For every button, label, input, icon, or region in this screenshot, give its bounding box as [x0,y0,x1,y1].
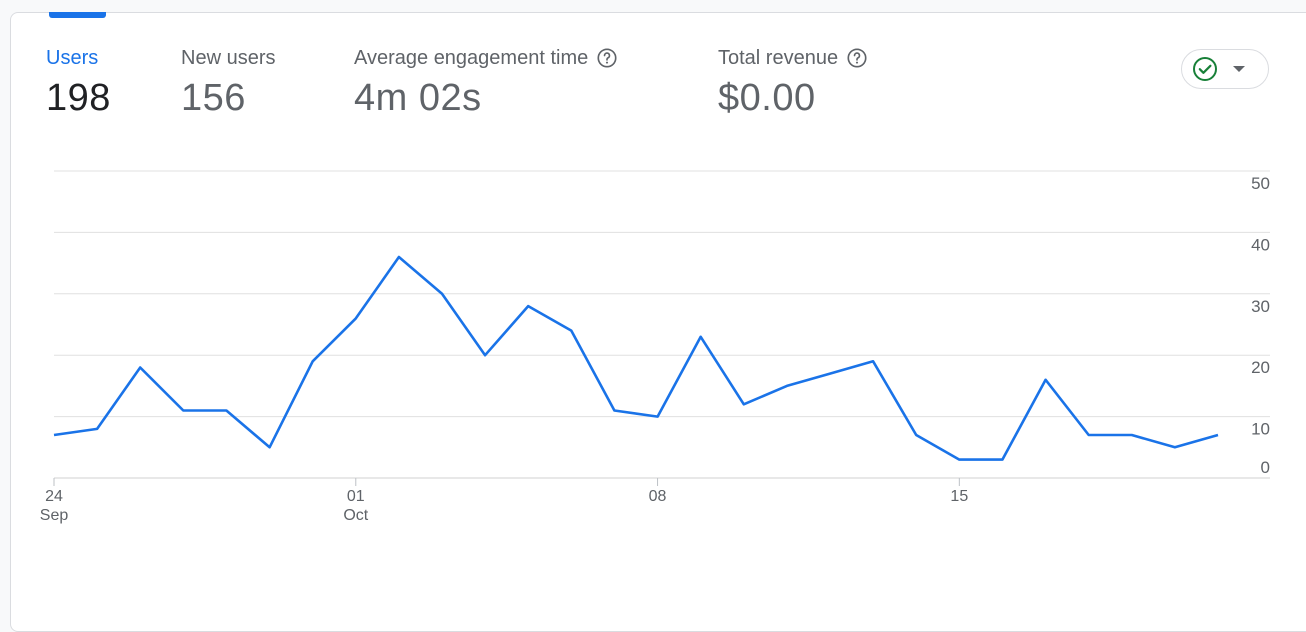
chart-x-axis: 24 Sep 01 Oct 08 15 [40,478,968,524]
data-point[interactable] [350,312,362,324]
data-point[interactable] [177,404,189,416]
data-point[interactable] [220,404,232,416]
data-point[interactable] [953,454,965,466]
x-tick-label-month: Oct [343,507,368,524]
users-line-chart: 0 10 20 30 40 50 24 Sep 01 Oct 08 15 [40,170,1270,524]
data-point[interactable] [565,325,577,337]
data-point[interactable] [522,300,534,312]
data-point[interactable] [824,368,836,380]
chart-series [48,251,1224,466]
data-point[interactable] [996,454,1008,466]
data-point[interactable] [134,361,146,373]
data-point[interactable] [1040,374,1052,386]
data-point[interactable] [738,398,750,410]
data-point[interactable] [436,288,448,300]
data-point[interactable] [781,380,793,392]
x-tick-label-day: 08 [649,488,667,505]
chart-y-axis: 0 10 20 30 40 50 [1251,174,1270,477]
y-tick-label: 10 [1251,420,1270,439]
x-tick-label-day: 01 [347,488,365,505]
series-line-users[interactable] [53,255,1219,461]
y-tick-label: 30 [1251,297,1270,316]
data-point[interactable] [1169,441,1181,453]
data-point[interactable] [910,429,922,441]
x-tick-label-month: Sep [40,507,69,524]
y-tick-label: 0 [1261,458,1270,477]
data-point[interactable] [264,441,276,453]
data-point[interactable] [307,355,319,367]
x-tick-label-day: 24 [45,488,63,505]
data-point[interactable] [393,251,405,263]
y-tick-label: 50 [1251,174,1270,193]
data-point[interactable] [479,349,491,361]
data-point[interactable] [867,355,879,367]
data-point[interactable] [695,331,707,343]
data-point[interactable] [48,429,60,441]
data-point[interactable] [652,411,664,423]
data-point[interactable] [608,404,620,416]
x-tick-label-day: 15 [950,488,968,505]
data-point[interactable] [1083,429,1095,441]
y-tick-label: 40 [1251,235,1270,254]
data-point[interactable] [1212,429,1224,441]
y-tick-label: 20 [1251,358,1270,377]
data-point[interactable] [91,423,103,435]
data-point[interactable] [1126,429,1138,441]
